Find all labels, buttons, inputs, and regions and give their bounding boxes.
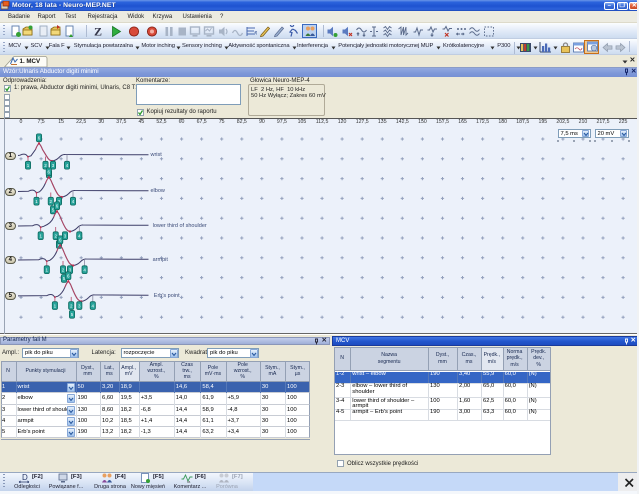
- svg-text:Ia: Ia: [187, 479, 191, 483]
- svg-text:D: D: [22, 473, 28, 482]
